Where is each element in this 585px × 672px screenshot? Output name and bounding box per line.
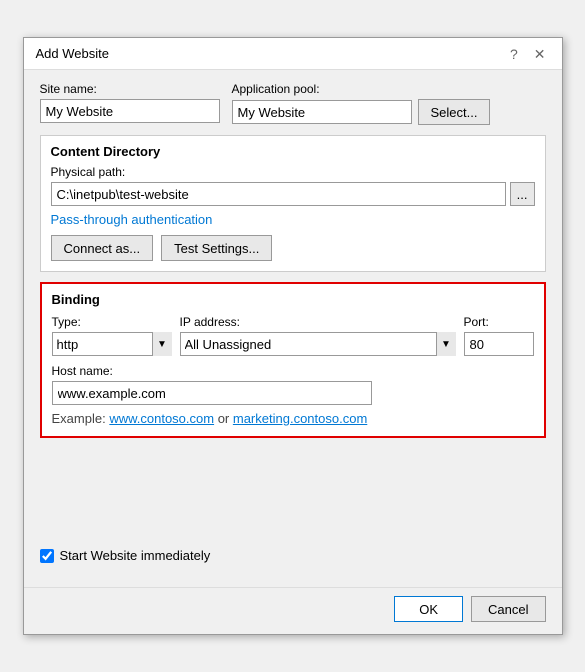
port-group: Port:	[464, 315, 534, 356]
start-website-checkbox[interactable]	[40, 549, 54, 563]
passthrough-link[interactable]: Pass-through authentication	[51, 212, 535, 227]
site-name-input[interactable]	[40, 99, 220, 123]
host-name-group: Host name:	[52, 364, 534, 405]
dialog-title: Add Website	[36, 46, 109, 61]
port-label: Port:	[464, 315, 534, 329]
physical-path-input[interactable]	[51, 182, 506, 206]
content-directory-title: Content Directory	[51, 144, 535, 159]
test-settings-button[interactable]: Test Settings...	[161, 235, 272, 261]
example-link-1[interactable]: www.contoso.com	[109, 411, 214, 426]
type-group: Type: http https ▼	[52, 315, 172, 356]
app-pool-group: Application pool: Select...	[232, 82, 491, 125]
browse-button[interactable]: ...	[510, 182, 535, 206]
select-button[interactable]: Select...	[418, 99, 491, 125]
type-label: Type:	[52, 315, 172, 329]
site-name-group: Site name:	[40, 82, 220, 125]
add-website-dialog: Add Website ? ✕ Site name: Application p…	[23, 37, 563, 635]
content-directory-section: Content Directory Physical path: ... Pas…	[40, 135, 546, 272]
example-prefix: Example:	[52, 411, 110, 426]
path-row: ...	[51, 182, 535, 206]
app-pool-input[interactable]	[232, 100, 412, 124]
dialog-body: Site name: Application pool: Select... C…	[24, 70, 562, 587]
site-name-label: Site name:	[40, 82, 220, 96]
start-website-label[interactable]: Start Website immediately	[60, 548, 211, 563]
ip-select[interactable]: All Unassigned	[180, 332, 456, 356]
host-name-input[interactable]	[52, 381, 372, 405]
host-name-label: Host name:	[52, 364, 534, 378]
title-bar-right: ? ✕	[506, 47, 550, 61]
type-select[interactable]: http https	[52, 332, 172, 356]
ip-address-group: IP address: All Unassigned ▼	[180, 315, 456, 356]
binding-type-ip-port-row: Type: http https ▼ IP address: All U	[52, 315, 534, 356]
ip-address-label: IP address:	[180, 315, 456, 329]
bottom-spacer	[40, 448, 546, 548]
auth-buttons-row: Connect as... Test Settings...	[51, 235, 535, 261]
ok-button[interactable]: OK	[394, 596, 463, 622]
ip-select-wrapper: All Unassigned ▼	[180, 332, 456, 356]
site-name-apppool-row: Site name: Application pool: Select...	[40, 82, 546, 125]
binding-section: Binding Type: http https ▼ IP a	[40, 282, 546, 438]
close-button[interactable]: ✕	[530, 47, 550, 61]
cancel-button[interactable]: Cancel	[471, 596, 545, 622]
port-input[interactable]	[464, 332, 534, 356]
type-select-wrapper: http https ▼	[52, 332, 172, 356]
binding-title: Binding	[52, 292, 534, 307]
connect-as-button[interactable]: Connect as...	[51, 235, 154, 261]
example-or: or	[214, 411, 233, 426]
title-bar-left: Add Website	[36, 46, 109, 61]
physical-path-label: Physical path:	[51, 165, 535, 179]
dialog-footer: OK Cancel	[24, 587, 562, 634]
app-pool-label: Application pool:	[232, 82, 491, 96]
help-button[interactable]: ?	[506, 47, 522, 61]
title-bar: Add Website ? ✕	[24, 38, 562, 70]
example-text-row: Example: www.contoso.com or marketing.co…	[52, 411, 534, 426]
example-link-2[interactable]: marketing.contoso.com	[233, 411, 367, 426]
start-website-row: Start Website immediately	[40, 548, 546, 563]
